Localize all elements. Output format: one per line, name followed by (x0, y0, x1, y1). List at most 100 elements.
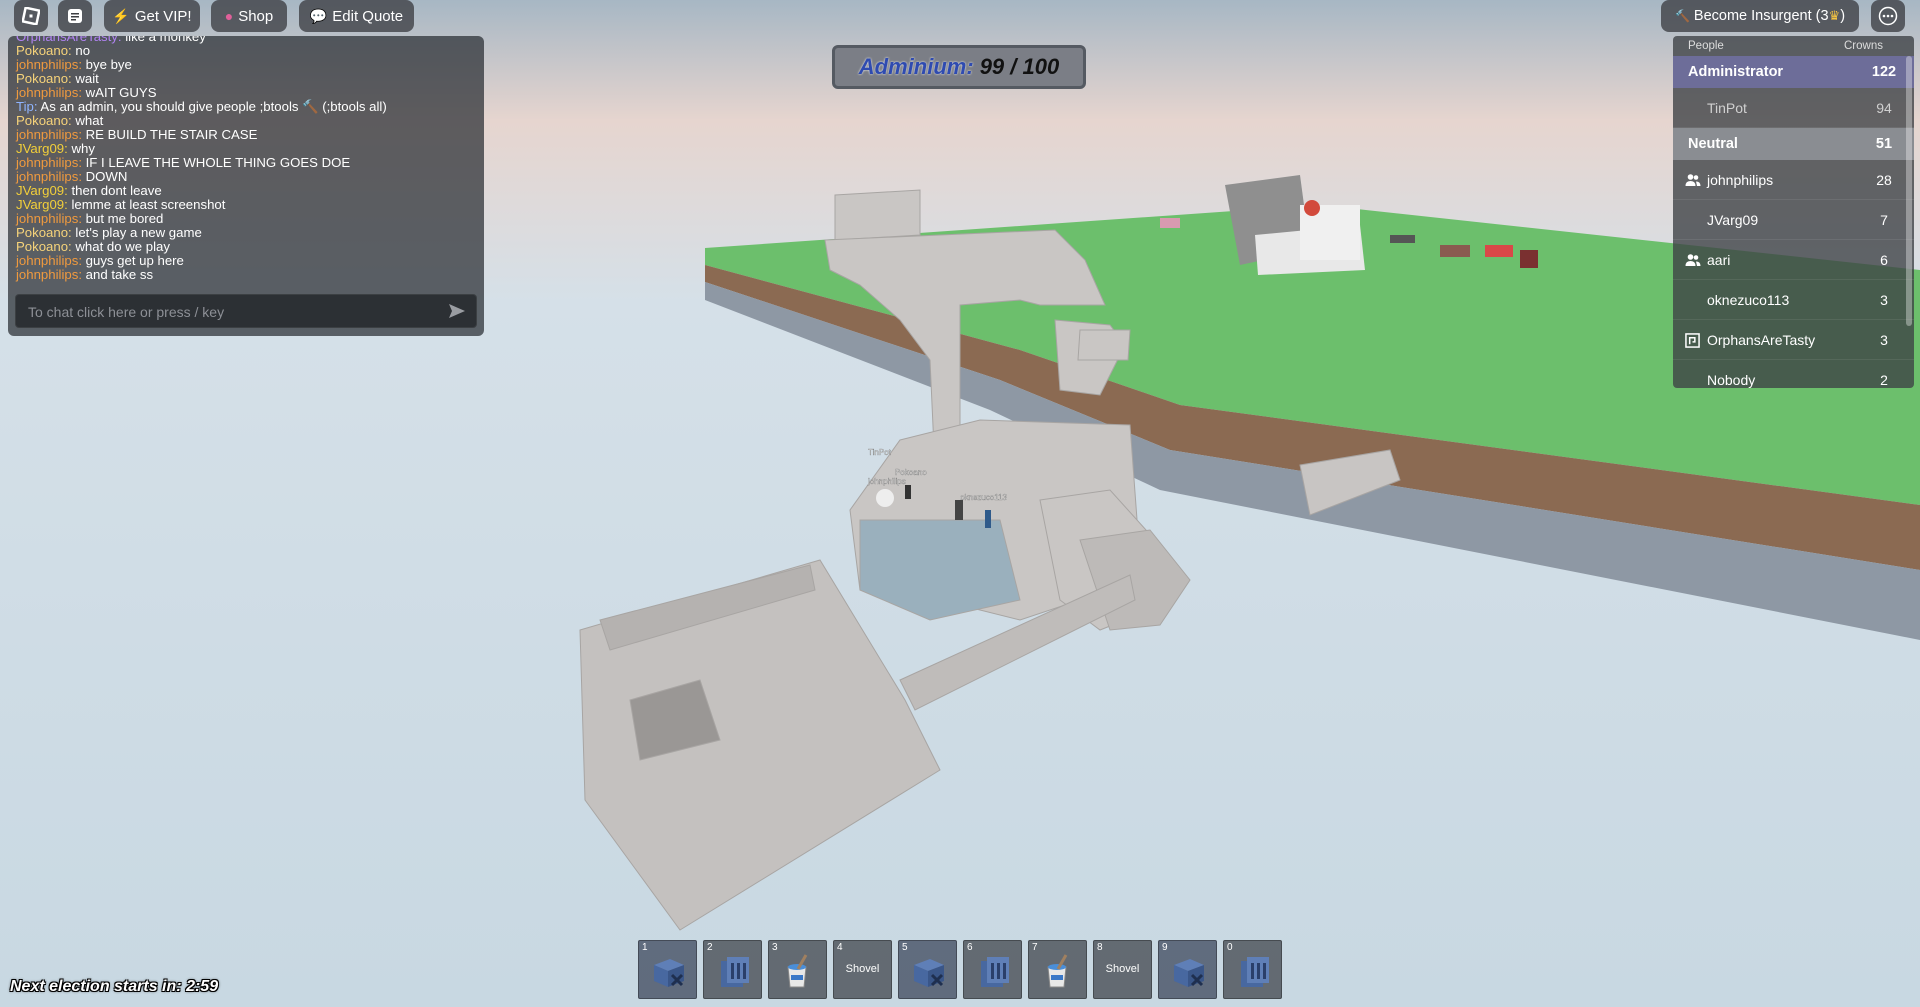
player-score: 28 (1876, 171, 1892, 188)
chat-text: no (71, 43, 91, 58)
slot-label: Shovel (1105, 963, 1140, 975)
chat-input[interactable] (26, 295, 440, 329)
hotbar-slot-0[interactable]: 0 (1223, 940, 1282, 999)
hotbar-slot-8[interactable]: 8 Shovel (1093, 940, 1152, 999)
hotbar-slot-6[interactable]: 6 (963, 940, 1022, 999)
shop-label: Shop (238, 7, 274, 25)
hotbar-slot-9[interactable]: 9 (1158, 940, 1217, 999)
premium-icon (1685, 332, 1701, 348)
slot-label: Shovel (845, 963, 880, 975)
chat-text: lemme at least screenshot (67, 197, 226, 212)
chat-username[interactable]: johnphilips: (16, 57, 82, 72)
chat-username[interactable]: Pokoano: (16, 43, 72, 58)
send-arrow-icon[interactable] (448, 303, 466, 319)
chat-text: what do we play (71, 239, 170, 254)
chat-input-box[interactable] (15, 294, 477, 329)
chat-text: why (67, 141, 95, 156)
chat-username[interactable]: JVarg09: (16, 141, 68, 156)
team-name: Administrator (1688, 64, 1784, 80)
player-row[interactable]: TinPot 94 (1673, 88, 1914, 128)
player-name: TinPot (1707, 99, 1747, 116)
chat-text: IF I LEAVE THE WHOLE THING GOES DOE (81, 155, 351, 170)
adminium-meter: Adminium: 99 / 100 (832, 45, 1086, 89)
chat-message: johnphilips: DOWN (16, 170, 476, 184)
chat-text: bye bye (81, 57, 132, 72)
chat-message: johnphilips: and take ss (16, 268, 476, 282)
slot-number: 5 (902, 942, 908, 953)
slot-number: 3 (772, 942, 778, 953)
hotbar-slot-3[interactable]: 3 (768, 940, 827, 999)
chat-message: johnphilips: guys get up here (16, 254, 476, 268)
hotbar-slot-5[interactable]: 5 (898, 940, 957, 999)
chat-text: guys get up here (81, 253, 184, 268)
roblox-menu-button[interactable] (14, 0, 48, 32)
hotbar-slot-7[interactable]: 7 (1028, 940, 1087, 999)
chat-message: Tip: As an admin, you should give people… (16, 100, 476, 114)
chat-username[interactable]: JVarg09: (16, 197, 68, 212)
player-row[interactable]: JVarg09 7 (1673, 200, 1914, 240)
slot-number: 8 (1097, 942, 1103, 953)
chat-username[interactable]: johnphilips: (16, 127, 82, 142)
chat-username[interactable]: johnphilips: (16, 211, 82, 226)
chat-log[interactable]: OrphansAreTasty: like a monkey Pokoano: n… (16, 36, 476, 324)
leaderboard-body[interactable]: Administrator 122 TinPot 94 Neutral 51 johnphi… (1673, 56, 1914, 388)
chat-username[interactable]: Pokoano: (16, 71, 72, 86)
chat-username[interactable]: Pokoano: (16, 113, 72, 128)
team-row[interactable]: Administrator 122 (1673, 56, 1914, 88)
chat-username[interactable]: johnphilips: (16, 155, 82, 170)
team-row[interactable]: Neutral 51 (1673, 128, 1914, 160)
get-vip-label: Get VIP! (134, 7, 192, 25)
become-insurgent-button[interactable]: 🔨 Become Insurgent (3 ♛ ) (1661, 0, 1859, 32)
player-row[interactable]: aari 6 (1673, 240, 1914, 280)
hotbar-slot-1[interactable]: 1 (638, 940, 697, 999)
edit-quote-button[interactable]: 💬 Edit Quote (299, 0, 414, 32)
chat-text: RE BUILD THE STAIR CASE (81, 127, 258, 142)
chat-username[interactable]: johnphilips: (16, 253, 82, 268)
chat-username[interactable]: Tip: (16, 99, 38, 114)
chat-text: like a monkey (121, 36, 206, 44)
team-score: 122 (1871, 64, 1897, 80)
more-menu-icon (1878, 6, 1898, 26)
chat-message: JVarg09: why (16, 142, 476, 156)
chat-message: johnphilips: IF I LEAVE THE WHOLE THING … (16, 156, 476, 170)
chat-username[interactable]: JVarg09: (16, 183, 68, 198)
chat-message: Pokoano: no (16, 44, 476, 58)
player-row[interactable]: oknezuco113 3 (1673, 280, 1914, 320)
tool-hotbar[interactable]: 1 2 3 4 Shovel 5 6 7 8 Shovel 9 0 (638, 940, 1282, 999)
chat-username[interactable]: johnphilips: (16, 169, 82, 184)
chat-toggle-button[interactable] (58, 0, 92, 32)
player-row[interactable]: johnphilips 28 (1673, 160, 1914, 200)
become-insurgent-suffix: ) (1840, 8, 1846, 24)
player-name-cell: JVarg09 (1673, 212, 1854, 228)
chat-text: As an admin, you should give people ;bto… (37, 99, 387, 114)
player-name: JVarg09 (1707, 211, 1759, 228)
chat-window[interactable]: OrphansAreTasty: like a monkey Pokoano: n… (8, 36, 484, 336)
player-name: johnphilips (1707, 171, 1774, 188)
chat-message: JVarg09: then dont leave (16, 184, 476, 198)
chat-message: johnphilips: bye bye (16, 58, 476, 72)
chat-username[interactable]: Pokoano: (16, 225, 72, 240)
player-score: 94 (1876, 99, 1892, 116)
chat-username[interactable]: Pokoano: (16, 239, 72, 254)
player-row[interactable]: OrphansAreTasty 3 (1673, 320, 1914, 360)
chat-icon (68, 9, 82, 23)
player-name-cell: oknezuco113 (1673, 292, 1854, 308)
hotbar-slot-2[interactable]: 2 (703, 940, 762, 999)
chat-text: and take ss (81, 267, 154, 282)
svg-text:TinPot: TinPot (868, 448, 892, 457)
shop-button[interactable]: ● Shop (211, 0, 287, 32)
player-row[interactable]: Nobody 2 (1673, 360, 1914, 388)
player-name-cell: OrphansAreTasty (1673, 332, 1854, 348)
svg-text:johnphilips: johnphilips (867, 477, 906, 486)
leaderboard-scrollbar[interactable] (1906, 56, 1912, 326)
more-menu-button[interactable] (1871, 0, 1905, 32)
chat-username[interactable]: johnphilips: (16, 85, 82, 100)
get-vip-button[interactable]: ⚡ Get VIP! (104, 0, 200, 32)
adminium-label: Adminium: (858, 54, 974, 79)
hotbar-slot-4[interactable]: 4 Shovel (833, 940, 892, 999)
chat-message: johnphilips: RE BUILD THE STAIR CASE (16, 128, 476, 142)
chat-username[interactable]: johnphilips: (16, 267, 82, 282)
shop-icon: ● (224, 8, 234, 24)
player-score: 7 (1880, 211, 1888, 228)
leaderboard[interactable]: People Crowns Administrator 122 TinPot 94 Ne… (1673, 36, 1914, 388)
